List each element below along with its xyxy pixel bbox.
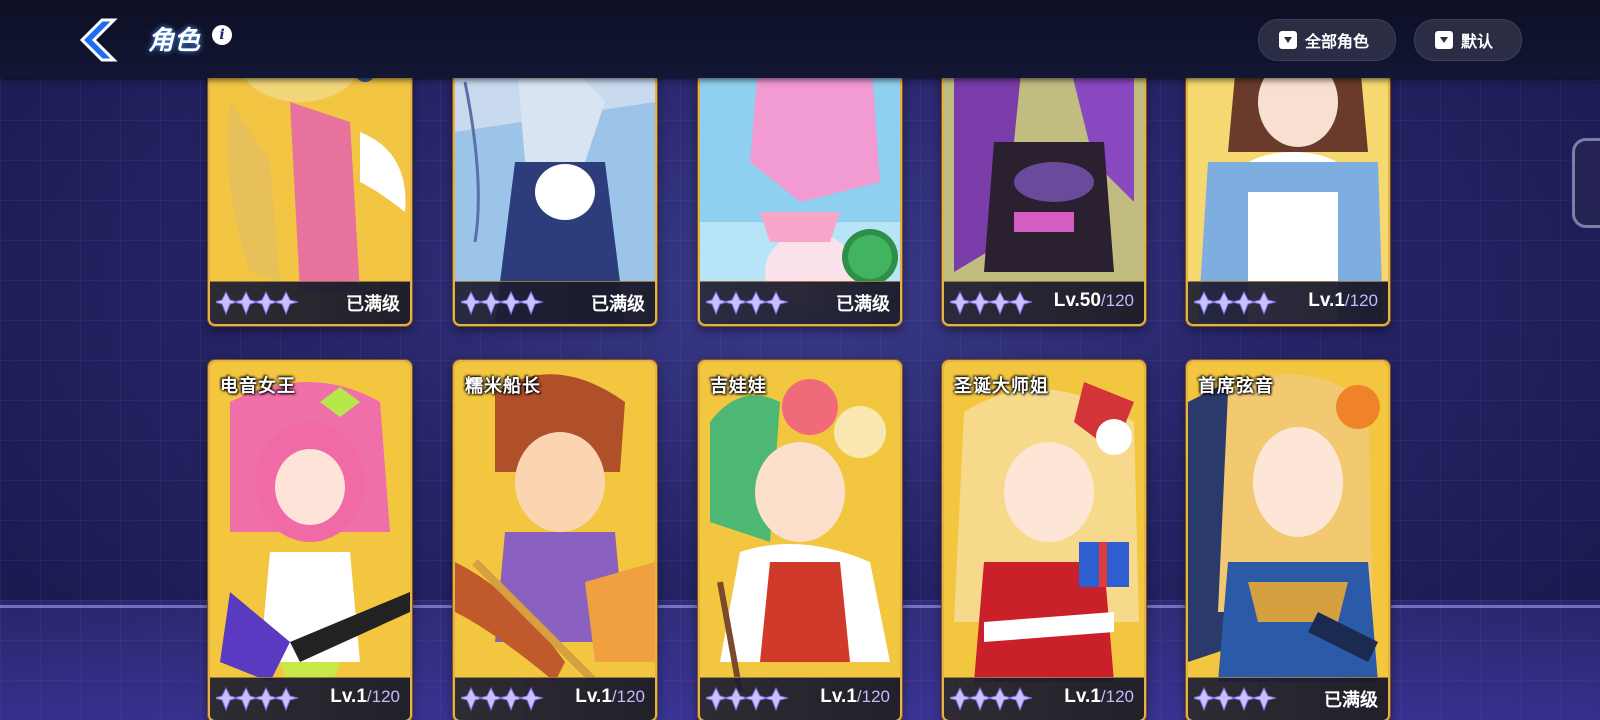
level-status: Lv.1/120 xyxy=(575,686,645,707)
card-info-bar: 已满级 xyxy=(1188,677,1388,720)
level-status: 已满级 xyxy=(836,294,890,315)
level-status: Lv.1/120 xyxy=(1308,290,1378,311)
star-rating-icon xyxy=(213,684,306,714)
star-rating-icon xyxy=(947,288,1040,318)
character-card[interactable]: Lv.50/120 xyxy=(942,40,1146,326)
character-portrait xyxy=(944,362,1144,720)
card-info-bar: Lv.1/120 xyxy=(455,677,655,720)
card-info-bar: Lv.1/120 xyxy=(210,677,410,720)
star-rating-icon xyxy=(703,288,796,318)
character-card[interactable]: 已满级 xyxy=(208,40,412,326)
info-icon[interactable]: i xyxy=(212,25,232,45)
star-rating-icon xyxy=(703,684,796,714)
card-info-bar: 已满级 xyxy=(455,281,655,324)
star-rating-icon xyxy=(1191,288,1284,318)
star-rating-icon xyxy=(213,288,306,318)
card-info-bar: 已满级 xyxy=(700,281,900,324)
side-panel-handle[interactable] xyxy=(1572,138,1600,228)
character-portrait xyxy=(700,362,900,720)
character-portrait xyxy=(1188,362,1388,720)
character-card[interactable]: 首席弦音 已满级 xyxy=(1186,360,1390,720)
card-info-bar: Lv.1/120 xyxy=(1188,281,1388,324)
level-status: Lv.1/120 xyxy=(1064,686,1134,707)
back-arrow-icon[interactable] xyxy=(78,18,120,62)
character-name: 电音女王 xyxy=(220,376,296,397)
character-card[interactable]: 圣诞大师姐 Lv.1/120 xyxy=(942,360,1146,720)
card-info-bar: 已满级 xyxy=(210,281,410,324)
character-card[interactable]: 糯米船长 Lv.1/120 xyxy=(453,360,657,720)
top-bar: 角色 i 全部角色 默认 xyxy=(0,0,1600,78)
level-status: 已满级 xyxy=(1324,690,1378,711)
dropdown-icon xyxy=(1279,31,1297,49)
character-name: 吉娃娃 xyxy=(710,376,767,397)
card-info-bar: Lv.50/120 xyxy=(944,281,1144,324)
filter-all-characters-button[interactable]: 全部角色 xyxy=(1258,19,1396,61)
card-info-bar: Lv.1/120 xyxy=(700,677,900,720)
page-title: 角色 xyxy=(148,26,201,56)
character-name: 糯米船长 xyxy=(465,376,541,397)
character-portrait xyxy=(455,362,655,720)
sort-default-button[interactable]: 默认 xyxy=(1414,19,1522,61)
character-card[interactable]: 已满级 xyxy=(453,40,657,326)
character-card[interactable]: 电音女王 Lv.1/120 xyxy=(208,360,412,720)
star-rating-icon xyxy=(458,288,551,318)
level-status: 已满级 xyxy=(591,294,645,315)
level-status: 已满级 xyxy=(346,294,400,315)
character-card[interactable]: Lv.1/120 xyxy=(1186,40,1390,326)
star-rating-icon xyxy=(1191,684,1284,714)
character-portrait xyxy=(210,362,410,720)
character-card[interactable]: 吉娃娃 Lv.1/120 xyxy=(698,360,902,720)
dropdown-icon xyxy=(1435,31,1453,49)
level-status: Lv.50/120 xyxy=(1053,290,1134,311)
character-name: 首席弦音 xyxy=(1198,376,1274,397)
card-info-bar: Lv.1/120 xyxy=(944,677,1144,720)
star-rating-icon xyxy=(947,684,1040,714)
level-status: Lv.1/120 xyxy=(820,686,890,707)
character-card[interactable]: 已满级 xyxy=(698,40,902,326)
character-name: 圣诞大师姐 xyxy=(954,376,1049,397)
level-status: Lv.1/120 xyxy=(330,686,400,707)
star-rating-icon xyxy=(458,684,551,714)
